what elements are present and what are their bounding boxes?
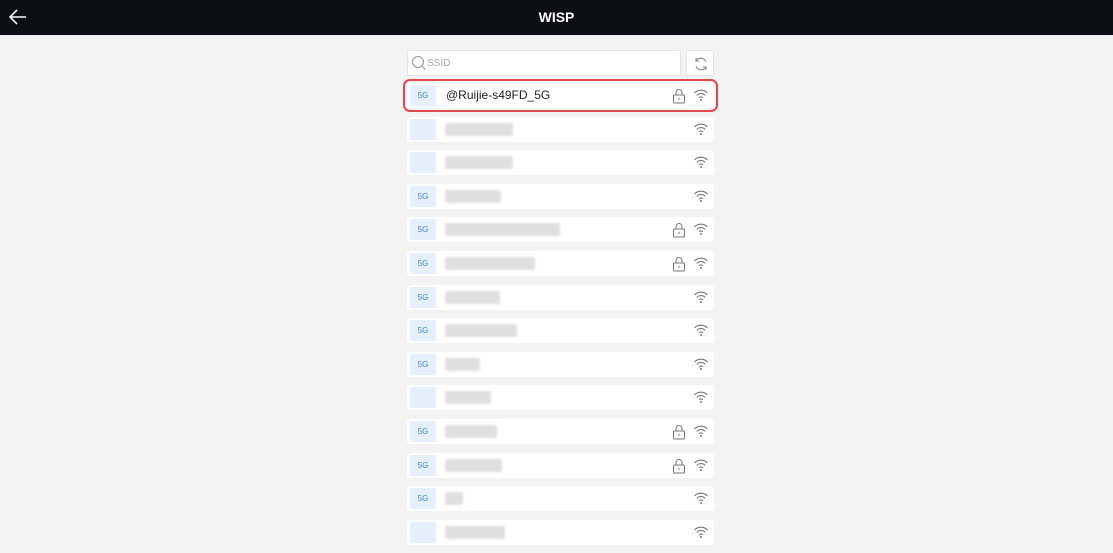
band-badge: 5G [410,420,436,442]
wifi-icon [694,492,708,505]
ssid-redacted [445,290,500,304]
band-badge: 5G [410,286,436,308]
wifi-icon [694,257,708,269]
page-title: WISP [538,9,575,25]
lock-icon [673,425,685,440]
wifi-icon [694,224,708,236]
wifi-icon [694,459,708,471]
lock-icon [673,257,685,272]
header-bar: WISP [0,0,1113,35]
refresh-icon [695,57,707,71]
network-list: 5G @Ruijie-s49FD_5G 5G 5G 5G 5G 5G 5G 5G 5G 5G [403,79,718,553]
lock-icon [673,89,685,104]
wifi-icon [694,89,708,101]
network-list-item[interactable]: 5G [407,351,714,377]
ssid-redacted [445,324,517,338]
band-badge [410,521,436,543]
band-badge: 5G [410,85,436,106]
network-list-item[interactable]: 5G [407,217,714,243]
band-badge: 5G [410,353,436,375]
ssid-redacted [445,525,505,539]
network-list-item[interactable]: 5G [407,452,714,478]
ssid-redacted [445,189,501,203]
lock-icon [673,458,685,474]
wifi-icon [694,392,708,404]
network-list-item[interactable] [407,385,714,411]
ssid-label: @Ruijie-s49FD_5G [446,88,551,102]
ssid-redacted [445,122,513,136]
wifi-icon [694,190,708,202]
wifi-icon [694,156,708,169]
wifi-icon [694,291,708,303]
ssid-redacted [445,458,502,472]
ssid-redacted [445,223,560,237]
search-row [407,50,714,76]
band-badge: 5G [410,320,436,342]
lock-icon [673,223,685,238]
band-badge [410,118,436,140]
wifi-icon [694,358,708,370]
refresh-button[interactable] [686,50,714,76]
ssid-redacted [445,492,463,506]
ssid-redacted [445,156,513,170]
network-list-item[interactable]: 5G [407,284,714,310]
ssid-redacted [445,256,535,270]
network-list-item[interactable]: 5G [407,183,714,209]
network-list-item[interactable]: 5G [407,418,714,444]
ssid-redacted [445,391,491,405]
network-list-item[interactable]: 5G [407,318,714,344]
search-input[interactable] [427,53,667,73]
band-badge: 5G [410,252,436,274]
network-list-item[interactable] [407,150,714,176]
wifi-icon [694,324,708,337]
network-list-item[interactable] [407,116,714,142]
wifi-icon [694,425,708,437]
band-badge: 5G [410,488,436,510]
search-icon [411,55,426,70]
ssid-redacted [445,424,497,438]
wifi-icon [694,123,708,135]
ssid-redacted [445,357,480,371]
band-badge [410,152,436,174]
band-badge [410,387,436,409]
network-list-item[interactable]: 5G [407,250,714,276]
band-badge: 5G [410,454,436,476]
network-list-item[interactable]: 5G @Ruijie-s49FD_5G [403,79,718,112]
network-list-item[interactable]: 5G [407,486,714,512]
search-box[interactable] [407,50,681,76]
network-list-item[interactable] [407,519,714,545]
band-badge: 5G [410,219,436,241]
band-badge: 5G [410,185,436,207]
